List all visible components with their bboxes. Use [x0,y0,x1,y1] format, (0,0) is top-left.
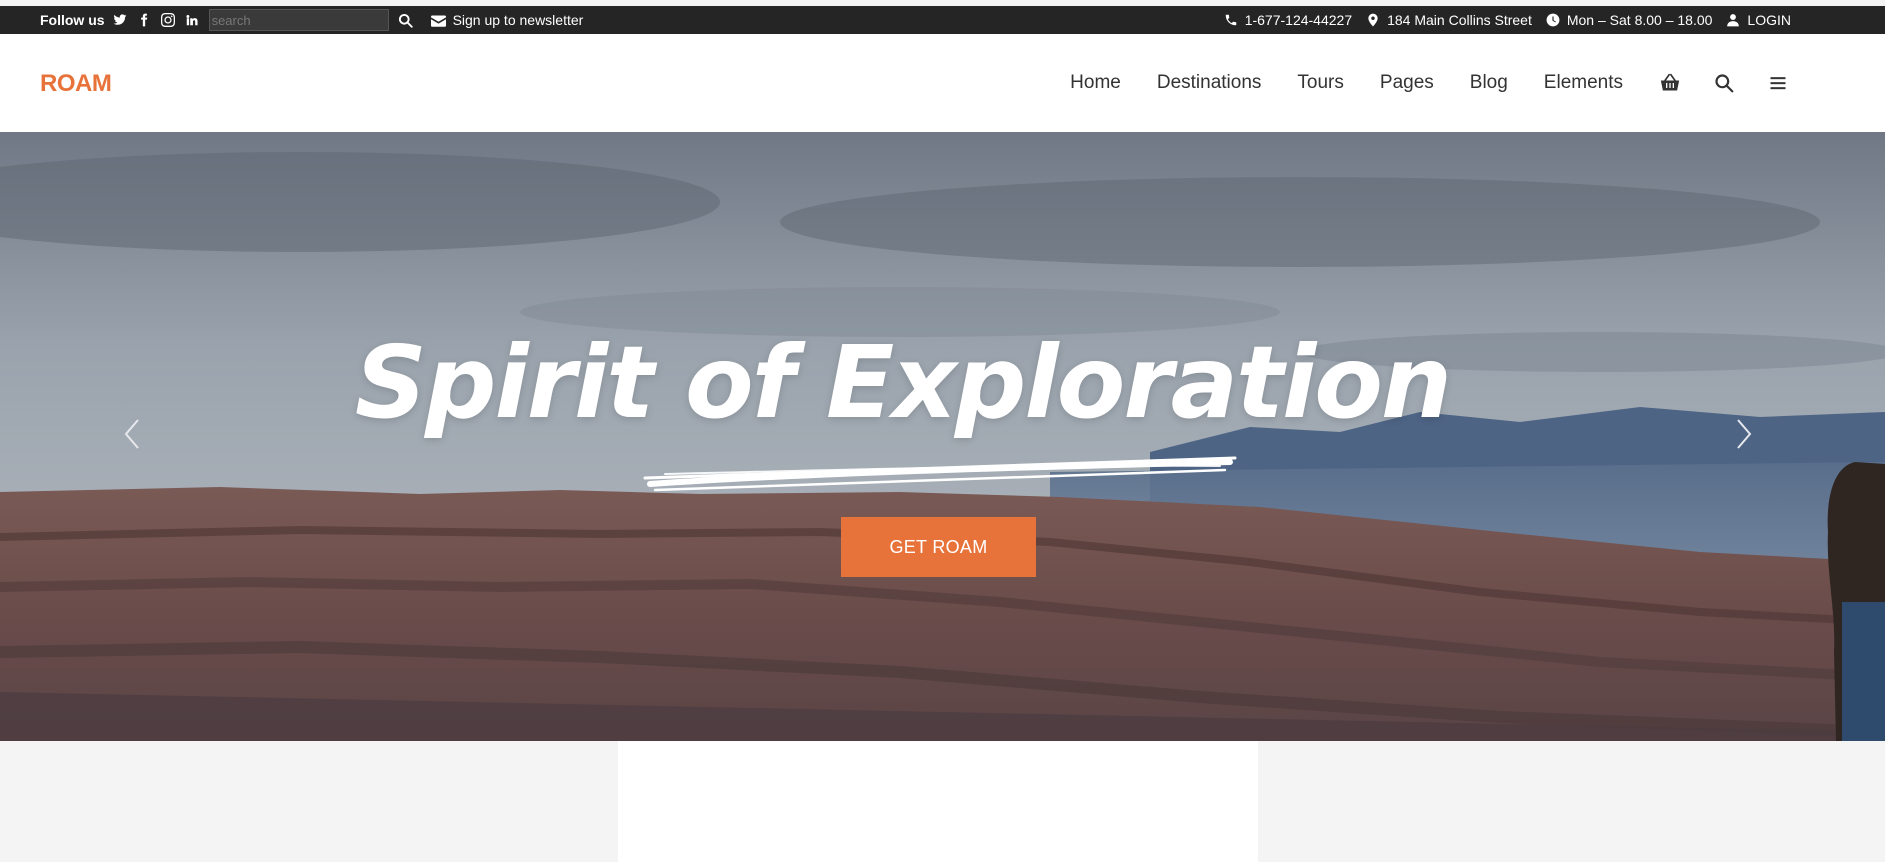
envelope-icon [430,15,446,27]
top-search-input[interactable] [208,9,389,31]
page: Follow us Sign up to newsletter [0,0,1885,862]
slider-next-arrow[interactable] [1728,414,1758,454]
section-background-left [0,741,618,862]
header-search-icon[interactable] [1713,72,1735,94]
slider-prev-arrow[interactable] [118,414,148,454]
user-icon [1727,14,1740,27]
top-bar: Follow us Sign up to newsletter [0,6,1885,34]
follow-us-label: Follow us [40,12,105,28]
nav-elements[interactable]: Elements [1544,72,1623,94]
phone-icon [1225,14,1236,26]
section-background-right [1258,741,1885,862]
search-icon[interactable] [393,9,419,31]
hero-title: Spirit of Exploration [354,324,1452,441]
nav-tours[interactable]: Tours [1297,72,1343,94]
newsletter-link[interactable]: Sign up to newsletter [430,12,584,28]
site-header: ROAM Home Destinations Tours Pages Blog … [0,34,1885,132]
twitter-icon[interactable] [111,11,129,29]
login-label: LOGIN [1747,12,1791,28]
address-text: 184 Main Collins Street [1387,12,1532,28]
nav-home[interactable]: Home [1070,72,1121,94]
newsletter-label: Sign up to newsletter [452,12,584,28]
nav-blog[interactable]: Blog [1470,72,1508,94]
phone-link[interactable]: 1-677-124-44227 [1224,12,1352,28]
main-nav: Home Destinations Tours Pages Blog Eleme… [1070,34,1885,132]
linkedin-icon[interactable] [183,11,201,29]
address-info: 184 Main Collins Street [1366,12,1532,28]
hours-info: Mon – Sat 8.00 – 18.00 [1546,12,1713,28]
nav-pages[interactable]: Pages [1380,72,1434,94]
hours-text: Mon – Sat 8.00 – 18.00 [1566,12,1713,28]
clock-icon [1546,13,1560,27]
menu-icon[interactable] [1767,72,1789,94]
top-bar-left: Follow us Sign up to newsletter [40,6,583,34]
login-link[interactable]: LOGIN [1726,12,1791,28]
basket-icon[interactable] [1659,72,1681,94]
map-pin-icon [1368,13,1378,27]
site-logo[interactable]: ROAM [40,70,112,98]
facebook-icon[interactable] [135,11,153,29]
instagram-icon[interactable] [159,11,177,29]
hero-slider: Spirit of Exploration GET ROAM [0,132,1885,741]
phone-number: 1-677-124-44227 [1244,12,1353,28]
nav-destinations[interactable]: Destinations [1157,72,1262,94]
content-card [618,741,1258,862]
brush-underline [643,456,1237,492]
get-roam-button[interactable]: GET ROAM [841,517,1036,577]
top-bar-right: 1-677-124-44227 184 Main Collins Street … [1210,6,1791,34]
